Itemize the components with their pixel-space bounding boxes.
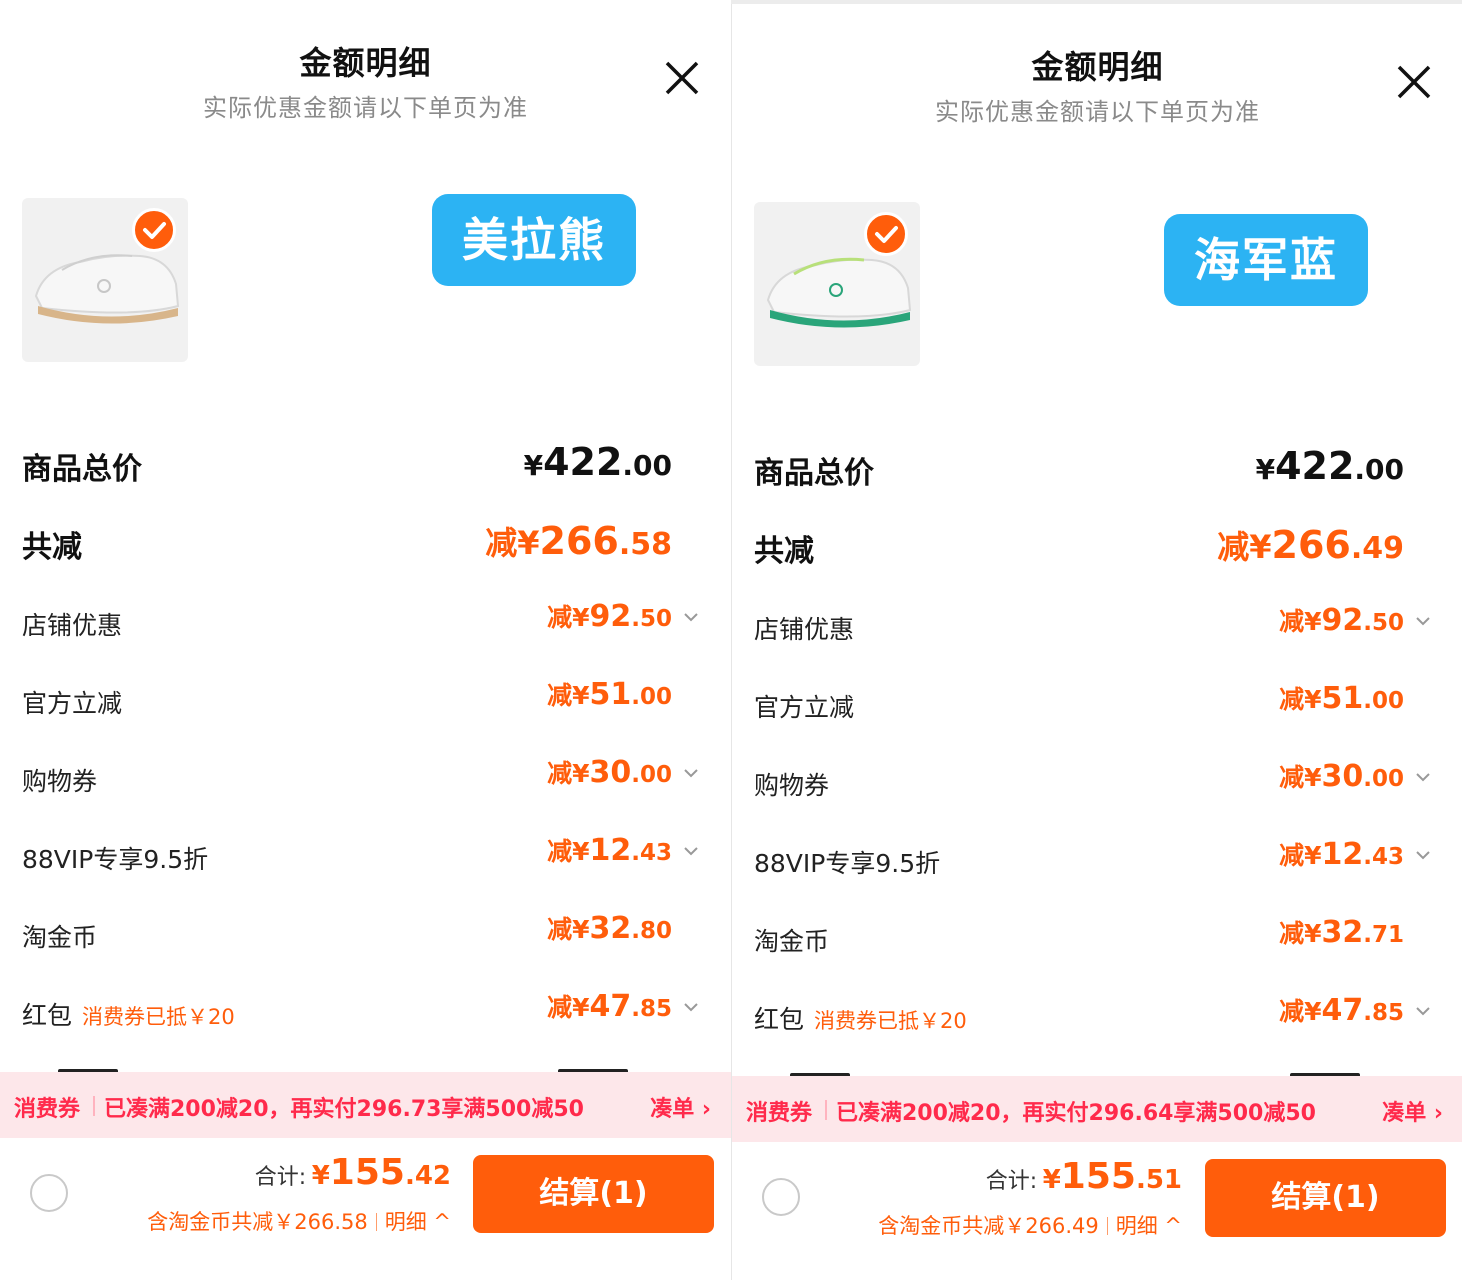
- row-label: 淘金币: [22, 923, 98, 952]
- coupon-message: 已凑满200减20，再实付296.73享满500减50: [104, 1097, 584, 1122]
- amount-detail-panel-left: 金额明细 实际优惠金额请以下单页为准 美拉熊 商品总价 ¥422.00 共减 减…: [0, 0, 731, 1280]
- variant-badge: 海军蓝: [1164, 214, 1368, 306]
- row-label: 购物券: [22, 767, 98, 796]
- row-label: 官方立减: [22, 689, 123, 718]
- row-amount: ¥422.00: [1255, 444, 1404, 488]
- row-amount: 减¥47.85: [547, 989, 672, 1024]
- row-label: 官方立减: [754, 693, 855, 722]
- row-label: 共减: [754, 534, 814, 569]
- row-store-discount[interactable]: 店铺优惠 减¥92.50: [754, 602, 1434, 652]
- add-items-link[interactable]: 凑单 ›: [1382, 1095, 1443, 1127]
- chevron-down-icon[interactable]: [1414, 612, 1432, 630]
- panel-subtitle: 实际优惠金额请以下单页为准: [935, 98, 1260, 126]
- chevron-down-icon[interactable]: [1414, 768, 1432, 786]
- row-taojinbi: 淘金币 减¥32.71: [754, 914, 1434, 964]
- select-all-radio[interactable]: [30, 1174, 68, 1212]
- row-label: 88VIP专享9.5折: [754, 849, 941, 878]
- row-label: 88VIP专享9.5折: [22, 845, 209, 874]
- row-shopping-coupon[interactable]: 购物券 减¥30.00: [22, 754, 702, 804]
- detail-toggle[interactable]: 明细 ^: [385, 1210, 451, 1234]
- row-label: 红包 消费券已抵￥20: [22, 1001, 235, 1030]
- row-label: 共减: [22, 530, 82, 565]
- row-label: 商品总价: [754, 456, 874, 491]
- row-label: 商品总价: [22, 452, 142, 487]
- row-label: 店铺优惠: [754, 615, 855, 644]
- chevron-down-icon[interactable]: [682, 842, 700, 860]
- close-icon[interactable]: [1394, 62, 1434, 102]
- coupon-note: 消费券已抵￥20: [814, 1009, 967, 1033]
- row-amount: 减¥266.49: [1217, 523, 1404, 567]
- row-amount: 减¥51.00: [1279, 681, 1404, 716]
- row-red-packet[interactable]: 红包 消费券已抵￥20 减¥47.85: [754, 992, 1434, 1042]
- row-label: 购物券: [754, 771, 830, 800]
- row-amount: 减¥266.58: [485, 519, 672, 563]
- row-amount: 减¥92.50: [547, 599, 672, 634]
- checkout-button[interactable]: 结算(1): [1205, 1159, 1446, 1237]
- row-taojinbi: 淘金币 减¥32.80: [22, 910, 702, 960]
- add-items-link[interactable]: 凑单 ›: [650, 1091, 711, 1123]
- row-total-price: 商品总价 ¥422.00: [22, 440, 702, 490]
- variant-badge: 美拉熊: [432, 194, 636, 286]
- sum-reduction-note: 含淘金币共减￥266.49 明细 ^: [878, 1214, 1182, 1238]
- close-icon[interactable]: [662, 58, 702, 98]
- row-store-discount[interactable]: 店铺优惠 减¥92.50: [22, 598, 702, 648]
- row-amount: 减¥30.00: [547, 755, 672, 790]
- sum-total: 合计: ¥155.51: [985, 1156, 1182, 1197]
- divider: [93, 1096, 95, 1116]
- row-total-reduction: 共减 减¥266.49: [754, 522, 1434, 572]
- row-red-packet[interactable]: 红包 消费券已抵￥20 减¥47.85: [22, 988, 702, 1038]
- row-amount: 减¥47.85: [1279, 993, 1404, 1028]
- row-shopping-coupon[interactable]: 购物券 减¥30.00: [754, 758, 1434, 808]
- checkout-button[interactable]: 结算(1): [473, 1155, 714, 1233]
- panel-title: 金额明细: [1031, 48, 1164, 86]
- coupon-note: 消费券已抵￥20: [82, 1005, 235, 1029]
- coupon-banner[interactable]: 消费券 已凑满200减20，再实付296.73享满500减50 凑单 ›: [0, 1072, 731, 1138]
- panel-title: 金额明细: [299, 44, 432, 82]
- chevron-down-icon[interactable]: [682, 998, 700, 1016]
- row-official-discount: 官方立减 减¥51.00: [754, 680, 1434, 730]
- chevron-down-icon[interactable]: [1414, 1002, 1432, 1020]
- row-label: 红包 消费券已抵￥20: [754, 1005, 967, 1034]
- row-vip-discount[interactable]: 88VIP专享9.5折 减¥12.43: [754, 836, 1434, 886]
- coupon-banner[interactable]: 消费券 已凑满200减20，再实付296.64享满500减50 凑单 ›: [732, 1076, 1462, 1142]
- row-total-reduction: 共减 减¥266.58: [22, 518, 702, 568]
- row-amount: 减¥32.80: [547, 911, 672, 946]
- chevron-down-icon[interactable]: [682, 608, 700, 626]
- coupon-message: 已凑满200减20，再实付296.64享满500减50: [836, 1101, 1316, 1126]
- row-amount: 减¥12.43: [1279, 837, 1404, 872]
- row-amount: 减¥92.50: [1279, 603, 1404, 638]
- row-amount: 减¥12.43: [547, 833, 672, 868]
- chevron-down-icon[interactable]: [1414, 846, 1432, 864]
- chevron-down-icon[interactable]: [682, 764, 700, 782]
- row-amount: 减¥51.00: [547, 677, 672, 712]
- row-label: 店铺优惠: [22, 611, 123, 640]
- row-amount: ¥422.00: [523, 440, 672, 484]
- coupon-tag: 消费券: [746, 1101, 813, 1126]
- sum-total: 合计: ¥155.42: [254, 1152, 451, 1193]
- select-all-radio[interactable]: [762, 1178, 800, 1216]
- row-vip-discount[interactable]: 88VIP专享9.5折 减¥12.43: [22, 832, 702, 882]
- row-total-price: 商品总价 ¥422.00: [754, 444, 1434, 494]
- row-label: 淘金币: [754, 927, 830, 956]
- row-amount: 减¥30.00: [1279, 759, 1404, 794]
- divider: [825, 1100, 827, 1120]
- coupon-tag: 消费券: [14, 1097, 81, 1122]
- amount-detail-panel-right: 金额明细 实际优惠金额请以下单页为准 海军蓝 商品总价 ¥422.00 共减 减…: [731, 4, 1462, 1280]
- panel-subtitle: 实际优惠金额请以下单页为准: [203, 94, 528, 122]
- selected-check-icon[interactable]: [132, 208, 176, 252]
- detail-toggle[interactable]: 明细 ^: [1116, 1214, 1182, 1238]
- selected-check-icon[interactable]: [864, 212, 908, 256]
- row-official-discount: 官方立减 减¥51.00: [22, 676, 702, 726]
- sum-reduction-note: 含淘金币共减￥266.58 明细 ^: [147, 1210, 451, 1234]
- row-amount: 减¥32.71: [1279, 915, 1404, 950]
